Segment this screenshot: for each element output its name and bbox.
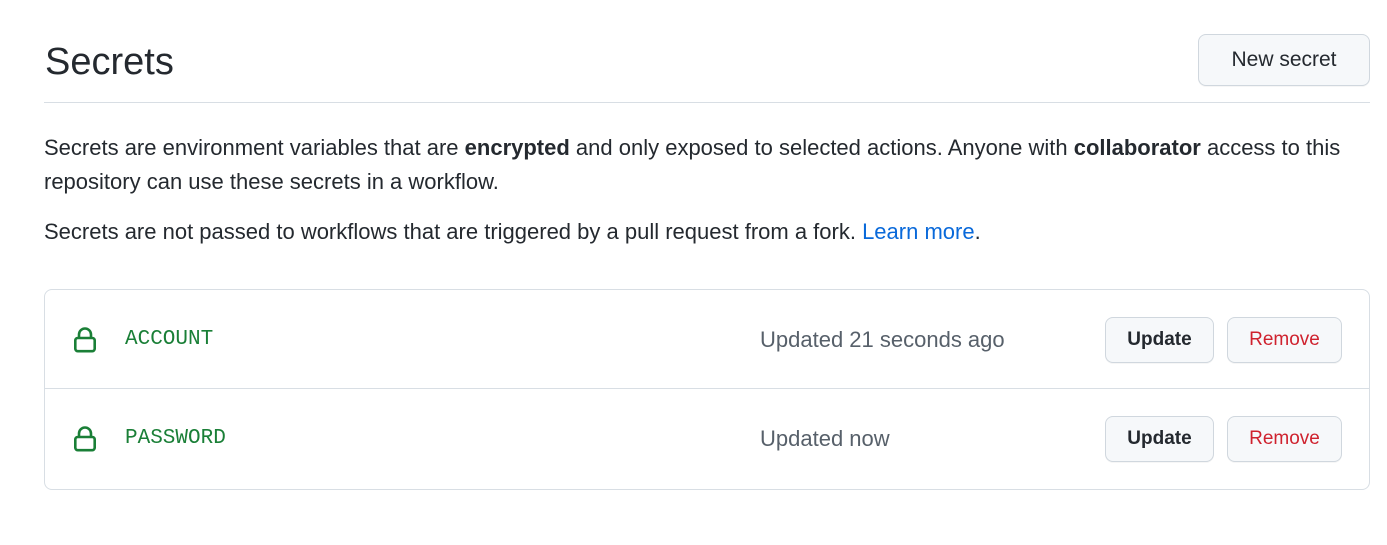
update-secret-button[interactable]: Update	[1105, 416, 1214, 462]
secrets-description: Secrets are environment variables that a…	[44, 131, 1364, 199]
secret-name: PASSWORD	[125, 427, 226, 450]
secret-row: PASSWORD Updated now Update Remove	[45, 389, 1369, 488]
page-title: Secrets	[45, 41, 174, 83]
secret-name: ACCOUNT	[125, 328, 214, 351]
description-text: and only exposed to selected actions. An…	[569, 135, 1074, 160]
update-secret-button[interactable]: Update	[1105, 317, 1214, 363]
secret-row: ACCOUNT Updated 21 seconds ago Update Re…	[45, 290, 1369, 389]
fork-notice: Secrets are not passed to workflows that…	[44, 215, 1364, 249]
secrets-page: Secrets New secret Secrets are environme…	[0, 0, 1387, 545]
remove-secret-button[interactable]: Remove	[1227, 317, 1342, 363]
fork-notice-period: .	[974, 219, 981, 244]
collaborator-emphasis: collaborator	[1073, 135, 1201, 160]
remove-secret-button[interactable]: Remove	[1227, 416, 1342, 462]
page-header: Secrets New secret	[44, 34, 1370, 103]
learn-more-link[interactable]: Learn more	[862, 219, 975, 244]
encrypted-emphasis: encrypted	[464, 135, 570, 160]
secret-updated-time: Updated now	[760, 426, 890, 451]
lock-icon	[73, 327, 96, 353]
new-secret-button[interactable]: New secret	[1198, 34, 1370, 86]
lock-icon	[73, 426, 96, 452]
secret-updated-time: Updated 21 seconds ago	[760, 327, 1005, 352]
description-text: Secrets are environment variables that a…	[44, 135, 465, 160]
secrets-list: ACCOUNT Updated 21 seconds ago Update Re…	[44, 289, 1370, 490]
fork-notice-text: Secrets are not passed to workflows that…	[44, 219, 863, 244]
